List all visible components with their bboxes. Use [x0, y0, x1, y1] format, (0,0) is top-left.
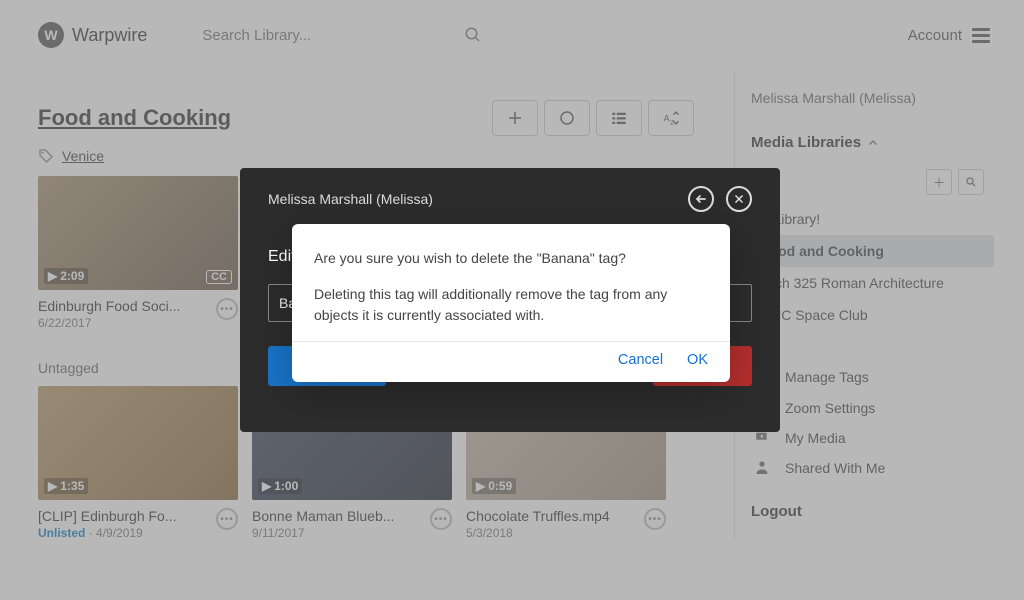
- modal-user-label: Melissa Marshall (Melissa): [268, 191, 433, 207]
- modal-back-button[interactable]: [688, 186, 714, 212]
- confirm-message-2: Deleting this tag will additionally remo…: [314, 284, 708, 325]
- confirm-message-1: Are you sure you wish to delete the "Ban…: [314, 248, 708, 268]
- confirm-cancel-button[interactable]: Cancel: [618, 352, 663, 368]
- confirm-ok-button[interactable]: OK: [687, 352, 708, 368]
- modal-close-button[interactable]: [726, 186, 752, 212]
- confirm-dialog: Are you sure you wish to delete the "Ban…: [292, 224, 730, 382]
